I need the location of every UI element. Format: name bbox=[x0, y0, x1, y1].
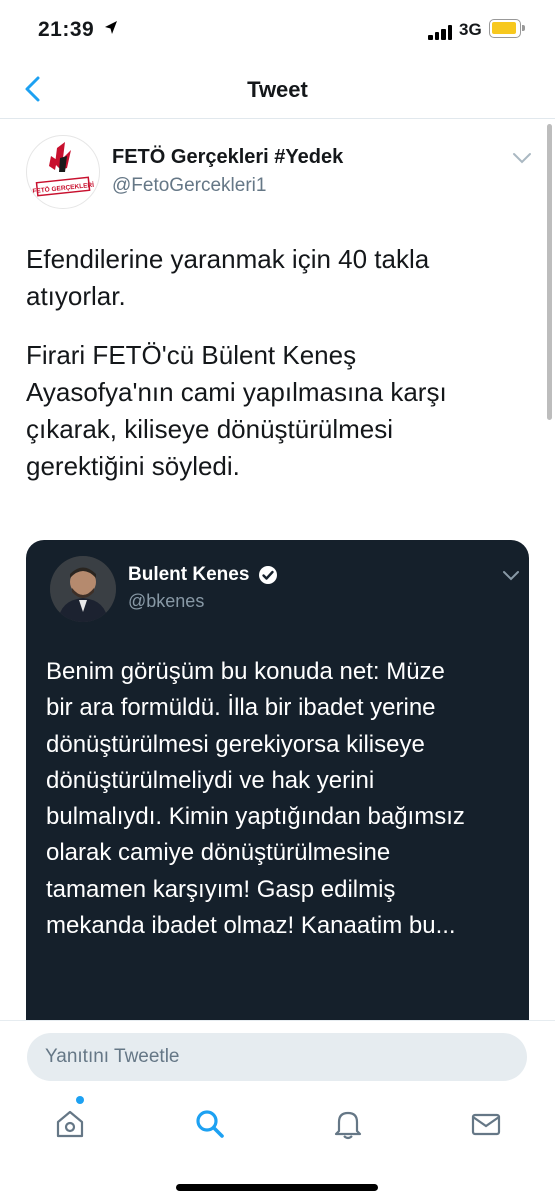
quoted-tweet-text: Benim görüşüm bu konuda net: Müze bir ar… bbox=[46, 658, 465, 940]
tweet-text: Efendilerine yaranmak için 40 takla atıy… bbox=[26, 244, 430, 311]
author-name[interactable]: FETÖ Gerçekleri #Yedek bbox=[112, 146, 343, 169]
battery-icon bbox=[489, 19, 525, 38]
chevron-down-icon bbox=[503, 571, 519, 581]
quoted-author-avatar bbox=[50, 556, 116, 622]
tab-search[interactable] bbox=[188, 1102, 232, 1146]
nav-bar: Tweet bbox=[0, 58, 555, 119]
location-arrow-icon bbox=[105, 21, 117, 34]
status-time: 21:39 bbox=[38, 18, 95, 41]
page-title: Tweet bbox=[247, 77, 308, 102]
tab-notifications[interactable] bbox=[326, 1102, 370, 1146]
tweet-text: Firari FETÖ'cü Bülent Keneş Ayasofya'nın… bbox=[26, 340, 447, 481]
feto-logo-icon: FETÖ GERÇEKLERİ bbox=[32, 142, 95, 197]
home-icon bbox=[56, 1110, 84, 1138]
tab-bar bbox=[0, 1090, 555, 1202]
quoted-tweet-card[interactable]: Bulent Kenes @bkenes Benim görüşüm bu ko… bbox=[26, 540, 529, 1030]
home-indicator bbox=[176, 1184, 378, 1191]
quoted-author-name: Bulent Kenes bbox=[128, 564, 250, 585]
reply-input[interactable]: Yanıtını Tweetle bbox=[27, 1033, 527, 1081]
author-avatar[interactable]: FETÖ GERÇEKLERİ bbox=[26, 135, 100, 209]
status-bar: 21:39 3G bbox=[0, 0, 555, 58]
quoted-author-handle: @bkenes bbox=[128, 591, 205, 611]
bell-icon bbox=[334, 1111, 362, 1140]
scroll-indicator bbox=[547, 124, 552, 420]
author-handle[interactable]: @FetoGercekleri1 bbox=[112, 175, 266, 197]
network-type: 3G bbox=[459, 20, 482, 39]
signal-icon bbox=[428, 24, 454, 40]
mail-icon bbox=[471, 1113, 501, 1136]
chevron-down-icon[interactable] bbox=[512, 152, 532, 164]
notification-dot bbox=[76, 1096, 84, 1104]
verified-badge-icon bbox=[259, 566, 277, 584]
tab-messages[interactable] bbox=[464, 1102, 508, 1146]
reply-bar: Yanıtını Tweetle bbox=[0, 1020, 555, 1091]
search-icon bbox=[196, 1110, 224, 1138]
tab-home[interactable] bbox=[48, 1096, 92, 1146]
